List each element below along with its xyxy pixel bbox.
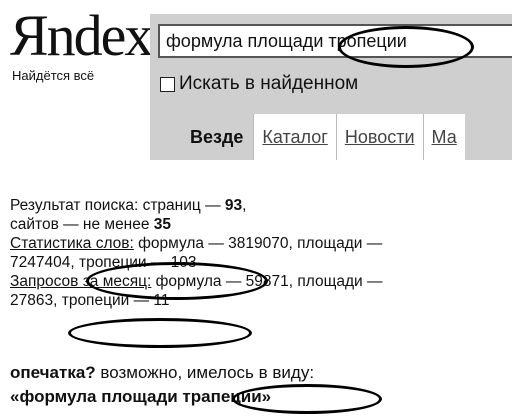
monthly-queries-link[interactable]: Запросов за месяц:	[10, 273, 151, 290]
pages-count-suffix: ,	[242, 197, 247, 214]
sites-count-label: сайтов — не менее	[10, 216, 154, 233]
search-panel: формула площади тропеции Искать в найден…	[150, 14, 512, 160]
tab-news[interactable]: Новости	[335, 114, 423, 160]
queries-line: Запросов за месяц: формула — 59871, площ…	[10, 272, 502, 291]
search-in-found-option[interactable]: Искать в найденном	[160, 72, 358, 96]
tab-everywhere[interactable]: Везде	[150, 114, 254, 160]
word-stats-values: формула — 3819070, площади —	[133, 235, 383, 252]
results-stats: Результат поиска: страниц — 93, сайтов —…	[10, 196, 502, 310]
highlight-ellipse-query-count	[68, 318, 252, 348]
pages-count-label: Результат поиска: страниц —	[10, 197, 225, 214]
typo-label: опечатка?	[10, 363, 96, 382]
monthly-queries-values: формула — 59871, площади —	[151, 273, 383, 290]
word-stats-line-2: 7247404, тропеции — 103	[10, 253, 502, 272]
word-stats-values-2: 7247404,	[10, 254, 79, 271]
pages-count-line: Результат поиска: страниц — 93,	[10, 196, 502, 215]
typo-text: возможно, имелось в виду:	[95, 363, 315, 382]
yandex-logo[interactable]: Яndex	[10, 6, 153, 66]
spelling-suggestion[interactable]: «формула площади трапеции»	[10, 386, 271, 408]
tab-more[interactable]: Ма	[422, 114, 465, 160]
sites-count: 35	[153, 216, 172, 233]
monthly-queries-typo-count: тропеции — 11	[61, 292, 170, 309]
search-in-found-checkbox[interactable]	[160, 76, 175, 92]
tab-catalog[interactable]: Каталог	[253, 114, 336, 160]
search-input[interactable]: формула площади тропеции	[158, 24, 512, 58]
word-stats-link[interactable]: Статистика слов:	[10, 235, 134, 252]
sites-count-line: сайтов — не менее 35	[10, 215, 502, 234]
typo-notice: опечатка? возможно, имелось в виду:	[10, 362, 314, 384]
logo-area: Яndex Найдётся всё	[0, 0, 153, 150]
logo-tagline: Найдётся всё	[12, 68, 95, 83]
search-tabs: Везде Каталог Новости Ма	[150, 114, 512, 160]
pages-count: 93	[224, 197, 243, 214]
word-stats-line: Статистика слов: формула — 3819070, площ…	[10, 234, 502, 253]
suggestion-corrected-word: трапеции	[182, 387, 262, 406]
queries-line-2: 27863, тропеции — 11	[10, 291, 502, 310]
monthly-queries-values-2: 27863,	[10, 292, 62, 309]
word-stats-typo-count: тропеции — 103	[78, 254, 197, 271]
suggestion-prefix: «формула площади	[10, 387, 183, 406]
suggestion-suffix: »	[261, 387, 272, 406]
search-in-found-label: Искать в найденном	[179, 73, 359, 94]
